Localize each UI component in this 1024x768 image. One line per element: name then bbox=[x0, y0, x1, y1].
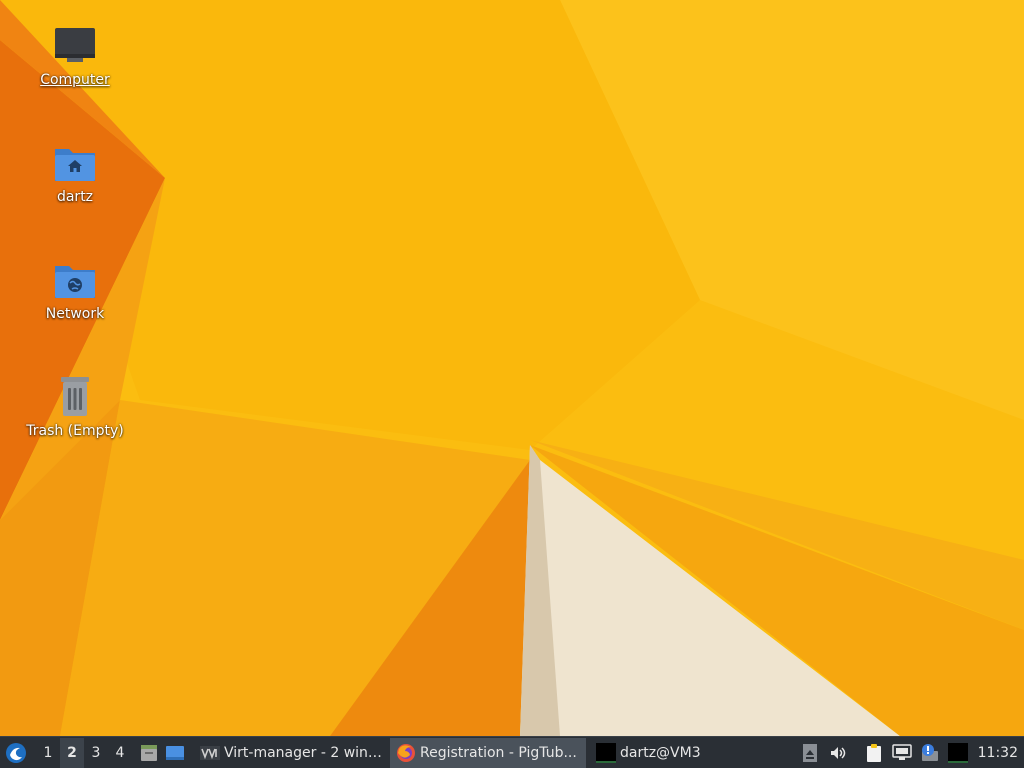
desktop[interactable]: Computer dartz Network Trash (Empty) bbox=[0, 0, 1024, 736]
task-terminal[interactable]: dartz@VM3 bbox=[590, 738, 786, 768]
desktop-icon-label: Network bbox=[45, 306, 105, 322]
firefox-icon bbox=[396, 743, 416, 763]
desktop-icon-home[interactable]: dartz bbox=[20, 139, 130, 205]
network-button[interactable] bbox=[888, 738, 916, 768]
tray-arrow-icon bbox=[802, 743, 817, 762]
workspace-4[interactable]: 4 bbox=[108, 738, 132, 768]
start-menu-button[interactable] bbox=[2, 739, 30, 767]
app-menu-icon bbox=[6, 742, 26, 763]
task-firefox[interactable]: Registration - PigTub... bbox=[390, 737, 586, 768]
desktop-icon-label: Computer bbox=[40, 72, 110, 88]
desktop-icon bbox=[166, 745, 184, 760]
terminal-icon bbox=[596, 742, 616, 763]
task-label: Virt-manager - 2 wind... bbox=[224, 744, 384, 761]
desktop-icon-trash[interactable]: Trash (Empty) bbox=[20, 373, 130, 439]
clipboard-button[interactable] bbox=[860, 738, 888, 768]
trash-icon bbox=[51, 373, 99, 421]
desktop-icon-computer[interactable]: Computer bbox=[20, 22, 130, 88]
workspace-1[interactable]: 1 bbox=[36, 738, 60, 768]
task-label: Registration - PigTub... bbox=[420, 744, 577, 761]
home-folder-icon bbox=[51, 139, 99, 187]
clock[interactable]: 11:32 bbox=[972, 745, 1024, 761]
tray-terminal-button[interactable] bbox=[944, 738, 972, 768]
wallpaper bbox=[0, 0, 1024, 736]
workspace-2[interactable]: 2 bbox=[60, 737, 84, 768]
tray-terminal-icon bbox=[947, 742, 968, 763]
tray-arrow-button[interactable] bbox=[796, 738, 824, 768]
update-notifier-button[interactable] bbox=[916, 738, 944, 768]
network-icon bbox=[891, 743, 912, 760]
desktop-icon-network[interactable]: Network bbox=[20, 256, 130, 322]
desktop-icon-label: dartz bbox=[56, 189, 94, 205]
workspace-3[interactable]: 3 bbox=[84, 738, 108, 768]
system-tray: 11:32 bbox=[796, 738, 1024, 768]
network-folder-icon bbox=[51, 256, 99, 304]
volume-icon bbox=[830, 746, 845, 759]
taskbar: 1 2 3 4 Virt-manager - 2 wind... Registr… bbox=[0, 736, 1024, 768]
clipboard-icon bbox=[866, 743, 881, 762]
update-notifier-icon bbox=[921, 743, 938, 761]
task-label: dartz@VM3 bbox=[620, 744, 701, 761]
computer-icon bbox=[51, 22, 99, 70]
virt-manager-icon bbox=[200, 743, 220, 763]
desktop-icon-label: Trash (Empty) bbox=[26, 423, 124, 439]
task-virt-manager[interactable]: Virt-manager - 2 wind... bbox=[194, 738, 390, 768]
volume-button[interactable] bbox=[824, 738, 852, 768]
file-manager-launcher[interactable] bbox=[136, 738, 162, 768]
show-desktop-launcher[interactable] bbox=[162, 738, 188, 768]
file-manager-icon bbox=[141, 744, 157, 761]
